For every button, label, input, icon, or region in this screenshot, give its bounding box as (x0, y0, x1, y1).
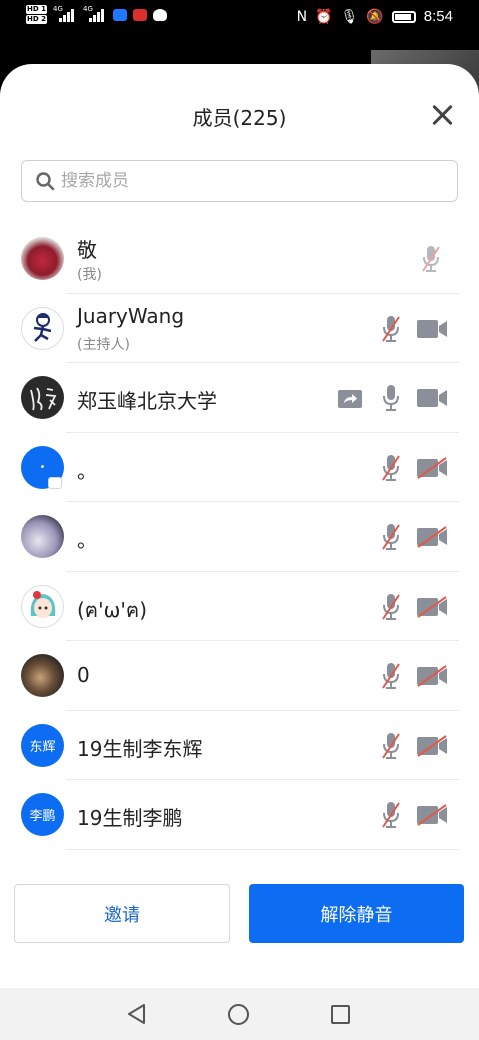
member-name: JuaryWang (77, 303, 185, 328)
member-row[interactable]: 。 (0, 502, 479, 572)
member-row[interactable]: 0 (0, 641, 479, 711)
cartoon-runner-icon (33, 313, 51, 342)
signal-icon: 4G (52, 5, 77, 22)
sim-indicator: HD 1 HD 2 (26, 5, 47, 25)
member-list: 敬 (我) JuaryWang (主持人) 郑玉峰北京大学 • 。 。 (ฅ'ω… (0, 224, 479, 864)
invite-button[interactable]: 邀请 (14, 884, 230, 943)
search-input[interactable] (61, 171, 441, 191)
unmute-button[interactable]: 解除静音 (249, 884, 464, 943)
avatar: 东辉 (21, 723, 64, 767)
sheet-title: 成员(225) (192, 106, 287, 130)
alarm-icon: ⏰ (315, 8, 333, 25)
member-role: (我) (77, 267, 102, 283)
app-notification-icon (132, 9, 147, 21)
battery-icon (391, 10, 416, 23)
camera-off-icon[interactable] (416, 665, 448, 687)
camera-off-icon[interactable] (416, 456, 448, 479)
app-notification-icon (112, 9, 127, 21)
screen-share-icon[interactable] (337, 389, 363, 409)
member-row[interactable]: • 。 (0, 433, 479, 502)
mic-muted-icon[interactable] (380, 314, 402, 344)
member-row[interactable]: 东辉 19生制李东辉 (0, 711, 479, 780)
network-label: 4G (52, 5, 63, 13)
network-label: 4G (82, 5, 93, 13)
back-icon[interactable] (126, 1002, 148, 1026)
mute-bell-icon: 🔕 (366, 8, 384, 25)
member-row[interactable]: 李鹏 19生制李鹏 (0, 780, 479, 850)
avatar: 李鹏 (21, 793, 64, 836)
mic-muted-icon[interactable] (380, 661, 402, 691)
member-name: 。 (77, 528, 97, 552)
mic-muted-icon[interactable] (380, 453, 402, 483)
mic-muted-icon[interactable] (380, 592, 402, 622)
avatar-initials: 东辉 (29, 739, 56, 755)
avatar (21, 376, 64, 419)
avatar (21, 237, 64, 280)
device-badge-icon (48, 476, 62, 489)
mic-muted-icon[interactable] (380, 800, 402, 830)
member-row[interactable]: JuaryWang (主持人) (0, 294, 479, 363)
member-name: (ฅ'ω'ฅ) (77, 597, 148, 622)
close-button[interactable] (431, 104, 453, 126)
member-name: 敬 (77, 238, 97, 262)
member-name: 19生制李东辉 (77, 736, 203, 761)
search-icon (36, 172, 55, 191)
camera-icon[interactable] (416, 318, 448, 340)
camera-off-icon[interactable] (416, 595, 448, 618)
divider (66, 848, 459, 850)
search-box[interactable] (21, 160, 458, 202)
avatar-initials: 李鹏 (29, 809, 56, 824)
recents-icon[interactable] (331, 1005, 350, 1024)
mic-muted-icon[interactable] (420, 244, 442, 274)
signal-icon: 4G (82, 5, 107, 22)
member-row[interactable]: 敬 (我) (0, 224, 479, 294)
camera-off-icon[interactable] (416, 804, 448, 826)
status-bar: HD 1 HD 2 4G 4G N ⏰ 🎙 🔕 8:54 (0, 0, 479, 36)
mic-muted-icon[interactable] (380, 731, 402, 761)
mic-muted-icon[interactable] (380, 522, 402, 552)
members-sheet: 成员(225) 敬 (我) (0, 64, 479, 1040)
member-name: 。 (77, 458, 97, 483)
camera-off-icon[interactable] (416, 526, 448, 548)
mic-icon[interactable] (380, 383, 402, 413)
sim2-label: HD 2 (26, 15, 47, 24)
camera-icon[interactable] (416, 387, 448, 409)
clock: 8:54 (423, 8, 453, 25)
avatar (21, 306, 64, 350)
member-row[interactable]: 郑玉峰北京大学 (0, 363, 479, 433)
member-role: (主持人) (77, 336, 130, 353)
home-icon[interactable] (228, 1004, 249, 1025)
avatar (21, 584, 64, 628)
avatar (21, 515, 64, 558)
anime-avatar-icon (30, 591, 55, 618)
member-row[interactable]: (ฅ'ω'ฅ) (0, 572, 479, 641)
mic-status-icon: 🎙 (340, 8, 359, 25)
calligraphy-icon (29, 387, 56, 410)
member-name: 19生制李鹏 (77, 806, 183, 830)
sim1-label: HD 1 (26, 5, 47, 14)
nfc-icon: N (296, 8, 308, 25)
system-nav-bar (0, 988, 479, 1040)
camera-off-icon[interactable] (416, 734, 448, 757)
qq-icon (152, 9, 167, 21)
member-name: 0 (77, 663, 90, 687)
avatar (21, 654, 64, 697)
member-name: 郑玉峰北京大学 (77, 389, 217, 413)
